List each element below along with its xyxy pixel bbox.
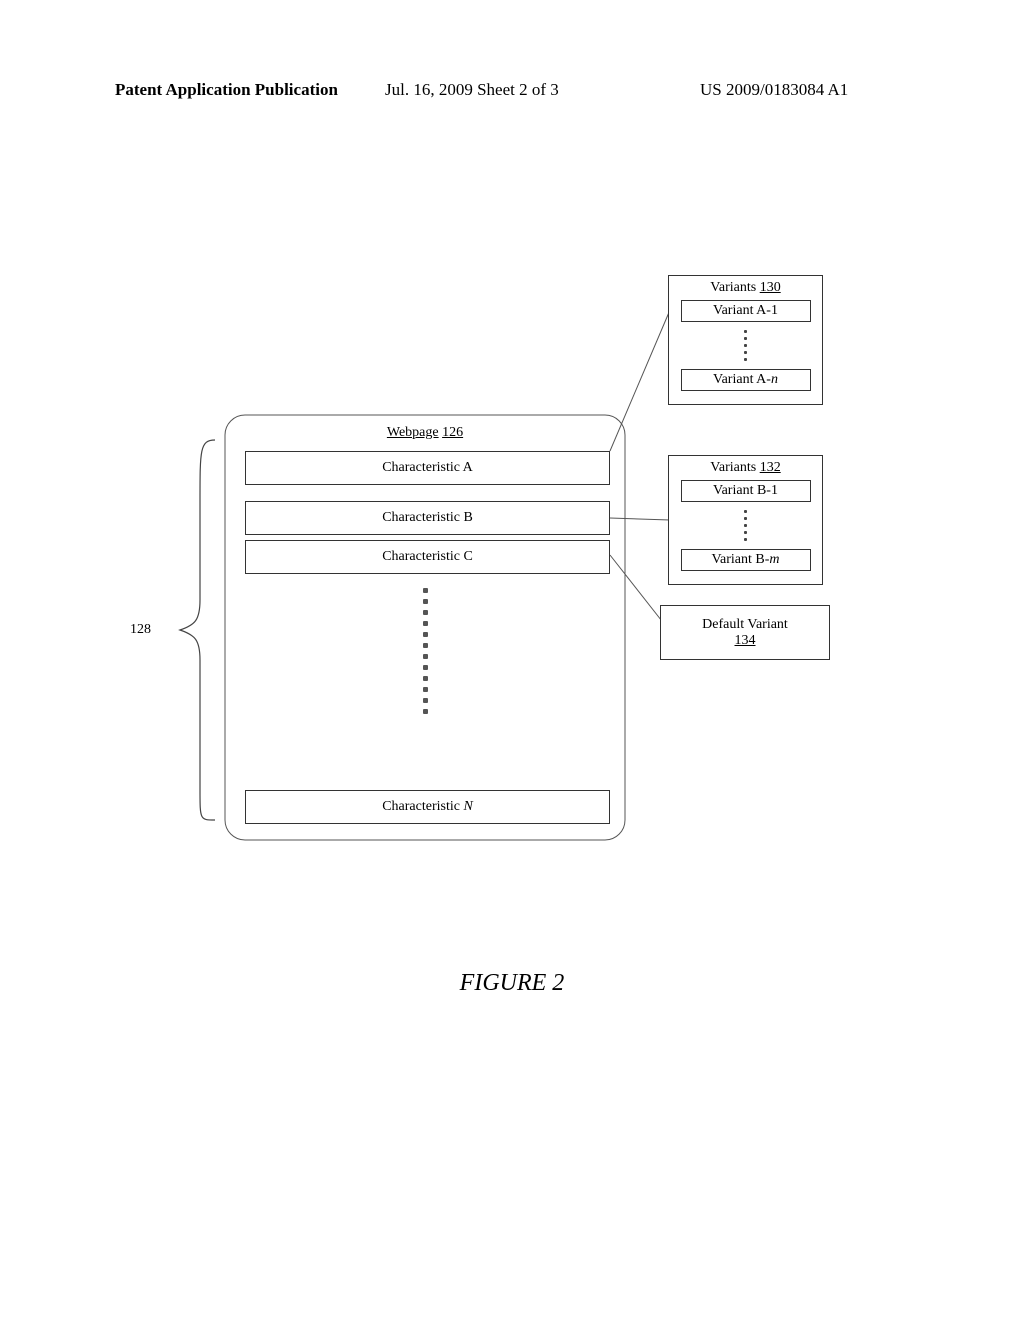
brace-ref-128: 128 [130,622,151,638]
figure-label: FIGURE 2 [0,970,1024,997]
variant-a-n: Variant A-n [681,369,811,391]
characteristic-c-label: Characteristic C [382,549,473,565]
variants-132-title: Variants 132 [710,460,780,476]
variants-130-box: Variants 130 Variant A-1 Variant A-n [668,275,823,405]
characteristic-n-label: Characteristic N [382,799,473,815]
variant-b-1: Variant B-1 [681,480,811,502]
variants-130-title: Variants 130 [710,280,780,296]
variants-132-box: Variants 132 Variant B-1 Variant B-m [668,455,823,585]
characteristic-n: Characteristic N [245,790,610,824]
characteristic-b-label: Characteristic B [382,510,473,526]
default-variant-text: Default Variant [702,617,788,633]
default-variant-ref: 134 [735,633,756,649]
webpage-title-ref: 126 [442,425,463,440]
vertical-ellipsis-variants-a [744,328,747,363]
characteristic-b: Characteristic B [245,501,610,535]
characteristic-a: Characteristic A [245,451,610,485]
webpage-title-text: Webpage [387,425,439,440]
vertical-ellipsis-variants-b [744,508,747,543]
webpage-title: Webpage 126 [225,425,625,441]
characteristic-a-label: Characteristic A [382,460,473,476]
diagram-lines [0,0,1024,1320]
vertical-ellipsis-characteristics [423,585,428,717]
variant-a-1: Variant A-1 [681,300,811,322]
variant-b-m: Variant B-m [681,549,811,571]
characteristic-c: Characteristic C [245,540,610,574]
default-variant-box: Default Variant 134 [660,605,830,660]
